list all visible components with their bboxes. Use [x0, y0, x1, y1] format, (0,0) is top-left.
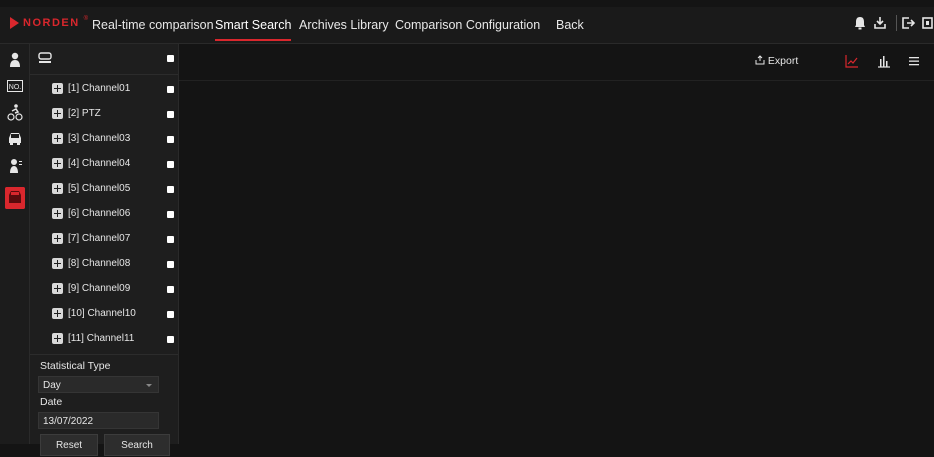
brand-registered-mark: ® — [83, 16, 89, 22]
date-label: Date — [40, 396, 63, 408]
export-button[interactable]: Export — [755, 55, 798, 67]
statistics-form: Statistical Type Day Date 13/07/2022 Res… — [30, 354, 178, 456]
expand-icon[interactable] — [52, 208, 63, 219]
screen-icon[interactable] — [920, 15, 934, 31]
expand-icon[interactable] — [52, 183, 63, 194]
channel-row[interactable]: [8] Channel08 — [30, 252, 178, 277]
channel-row[interactable]: [6] Channel06 — [30, 202, 178, 227]
channel-row[interactable]: [5] Channel05 — [30, 177, 178, 202]
bell-icon[interactable] — [852, 15, 868, 31]
channel-row[interactable]: [1] Channel01 — [30, 77, 178, 102]
channel-label: [2] PTZ — [68, 108, 101, 119]
channel-panel: [1] Channel01 [2] PTZ [3] Channel03 [4] … — [30, 44, 179, 456]
channel-checkbox[interactable] — [167, 186, 174, 193]
statistical-type-label: Statistical Type — [40, 360, 111, 372]
car-icon[interactable] — [6, 129, 24, 147]
nav-smart-search[interactable]: Smart Search — [215, 18, 292, 41]
channel-label: [11] Channel11 — [68, 333, 135, 344]
top-icons-divider — [896, 15, 897, 31]
channel-checkbox[interactable] — [167, 261, 174, 268]
channel-row[interactable]: [9] Channel09 — [30, 277, 178, 302]
statistical-type-select[interactable]: Day — [38, 376, 159, 393]
channel-checkbox[interactable] — [167, 286, 174, 293]
expand-icon[interactable] — [52, 133, 63, 144]
channel-label: [3] Channel03 — [68, 133, 131, 144]
nav-comparison-configuration[interactable]: Comparison Configuration — [395, 18, 540, 32]
channel-checkbox[interactable] — [167, 136, 174, 143]
traffic-alert-icon[interactable] — [5, 187, 25, 209]
brand-logo: NORDEN ® — [10, 13, 88, 33]
channel-label: [6] Channel06 — [68, 208, 131, 219]
search-button[interactable]: Search — [104, 434, 170, 456]
logout-icon[interactable] — [900, 15, 916, 31]
channel-label: [8] Channel08 — [68, 258, 131, 269]
export-label: Export — [767, 55, 799, 67]
results-toolbar: Export — [179, 44, 934, 81]
channel-label: [10] Channel10 — [68, 308, 136, 319]
license-plate-icon[interactable]: NO. — [6, 77, 24, 95]
person-search-icon[interactable] — [6, 157, 24, 175]
channel-row[interactable]: [7] Channel07 — [30, 227, 178, 252]
nav-back[interactable]: Back — [556, 18, 584, 32]
top-bar: NORDEN ® Real-time comparison Smart Sear… — [0, 7, 934, 44]
nav-archives-library[interactable]: Archives Library — [299, 18, 389, 32]
logo-arrow-icon — [10, 17, 19, 29]
channel-label: [1] Channel01 — [68, 83, 131, 94]
export-icon — [755, 55, 765, 65]
channel-row[interactable]: [11] Channel11 — [30, 327, 178, 352]
channel-label: [7] Channel07 — [68, 233, 131, 244]
channel-group-icon[interactable] — [38, 52, 52, 65]
expand-icon[interactable] — [52, 283, 63, 294]
expand-icon[interactable] — [52, 333, 63, 344]
channel-label: [5] Channel05 — [68, 183, 131, 194]
brand-name: NORDEN — [23, 17, 80, 29]
reset-button[interactable]: Reset — [40, 434, 98, 456]
channel-label: [4] Channel04 — [68, 158, 131, 169]
expand-icon[interactable] — [52, 308, 63, 319]
person-icon[interactable] — [6, 51, 24, 69]
bar-chart-icon[interactable] — [877, 54, 891, 68]
download-icon[interactable] — [872, 15, 888, 31]
category-strip: NO. — [0, 44, 30, 444]
channel-checkbox[interactable] — [167, 311, 174, 318]
channel-label: [9] Channel09 — [68, 283, 131, 294]
channel-checkbox[interactable] — [167, 86, 174, 93]
channel-checkbox[interactable] — [167, 111, 174, 118]
channel-panel-header — [30, 44, 178, 75]
expand-icon[interactable] — [52, 108, 63, 119]
svg-text:NO.: NO. — [9, 84, 22, 91]
chevron-down-icon — [146, 384, 152, 387]
select-all-checkbox[interactable] — [167, 55, 174, 62]
channel-row[interactable]: [2] PTZ — [30, 102, 178, 127]
channel-row[interactable]: [4] Channel04 — [30, 152, 178, 177]
channel-row[interactable]: [10] Channel10 — [30, 302, 178, 327]
statistical-type-value: Day — [43, 380, 61, 391]
expand-icon[interactable] — [52, 83, 63, 94]
channel-checkbox[interactable] — [167, 211, 174, 218]
expand-icon[interactable] — [52, 158, 63, 169]
channel-checkbox[interactable] — [167, 236, 174, 243]
nav-realtime-comparison[interactable]: Real-time comparison — [92, 18, 214, 32]
channel-row[interactable]: [3] Channel03 — [30, 127, 178, 152]
expand-icon[interactable] — [52, 233, 63, 244]
cyclist-icon[interactable] — [6, 103, 24, 121]
channel-checkbox[interactable] — [167, 336, 174, 343]
channel-checkbox[interactable] — [167, 161, 174, 168]
expand-icon[interactable] — [52, 258, 63, 269]
results-area: Export — [179, 44, 934, 444]
list-icon[interactable] — [907, 54, 921, 68]
date-input[interactable]: 13/07/2022 — [38, 412, 159, 429]
line-chart-icon[interactable] — [845, 54, 859, 68]
